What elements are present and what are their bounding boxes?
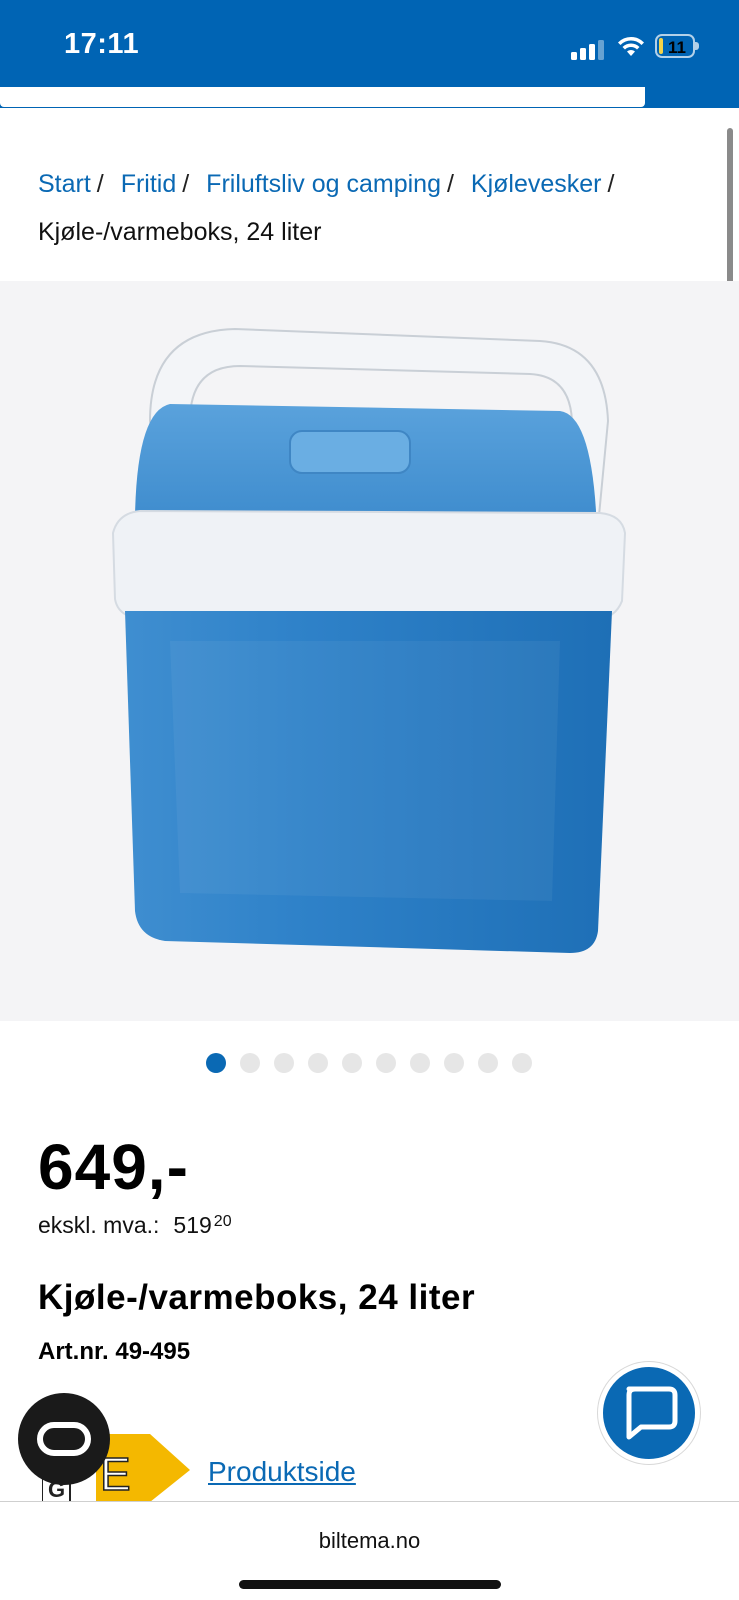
signal-icon	[571, 38, 605, 60]
status-bar: 17:11 11	[0, 0, 739, 108]
chat-bubble-icon	[626, 1386, 678, 1440]
battery-icon: 11	[655, 34, 699, 58]
breadcrumb-current: Kjøle-/varmeboks, 24 liter	[38, 218, 322, 246]
breadcrumb-separator: /	[446, 170, 454, 198]
gallery-dot[interactable]	[410, 1053, 430, 1073]
reader-mode-button[interactable]	[18, 1393, 110, 1485]
breadcrumb-separator: /	[96, 170, 104, 198]
gallery-dot[interactable]	[342, 1053, 362, 1073]
breadcrumb-link-fritid[interactable]: Fritid	[121, 170, 177, 198]
price-ex-vat-whole: 519	[173, 1212, 212, 1238]
url-bar[interactable]	[0, 87, 645, 107]
article-number: Art.nr. 49-495	[38, 1338, 191, 1365]
price-ex-vat-cents: 20	[213, 1213, 232, 1230]
wifi-icon	[618, 36, 644, 56]
gallery-dot[interactable]	[274, 1053, 294, 1073]
gallery-dot[interactable]	[240, 1053, 260, 1073]
cooler-box-image	[111, 327, 627, 953]
price-ex-vat: ekskl. mva.: 519 20	[38, 1212, 232, 1239]
gallery-dot[interactable]	[206, 1053, 226, 1073]
product-price: 649,-	[38, 1131, 189, 1203]
reader-mode-icon	[37, 1422, 91, 1456]
gallery-dot[interactable]	[512, 1053, 532, 1073]
home-indicator[interactable]	[239, 1580, 501, 1589]
price-ex-vat-label: ekskl. mva.:	[38, 1212, 160, 1238]
gallery-dot[interactable]	[478, 1053, 498, 1073]
product-title: Kjøle-/varmeboks, 24 liter	[38, 1278, 476, 1317]
battery-level: 11	[668, 38, 686, 57]
breadcrumb-separator: /	[182, 170, 190, 198]
status-time: 17:11	[64, 28, 140, 60]
product-image[interactable]	[0, 281, 739, 1021]
breadcrumb-link-start[interactable]: Start	[38, 170, 91, 198]
chat-button[interactable]	[598, 1362, 700, 1464]
address-domain[interactable]: biltema.no	[0, 1528, 739, 1554]
breadcrumb-link-friluftsliv[interactable]: Friluftsliv og camping	[206, 170, 441, 198]
gallery-dot[interactable]	[308, 1053, 328, 1073]
breadcrumb: Start / Fritid / Friluftsliv og camping / K…	[38, 160, 708, 256]
breadcrumb-separator: /	[607, 170, 615, 198]
product-page-link[interactable]: Produktside	[208, 1456, 356, 1488]
browser-bottom-bar: biltema.no	[0, 1501, 739, 1600]
gallery-dot[interactable]	[376, 1053, 396, 1073]
gallery-dot[interactable]	[444, 1053, 464, 1073]
gallery-dots	[206, 1053, 532, 1073]
breadcrumb-link-kjolevesker[interactable]: Kjølevesker	[471, 170, 602, 198]
